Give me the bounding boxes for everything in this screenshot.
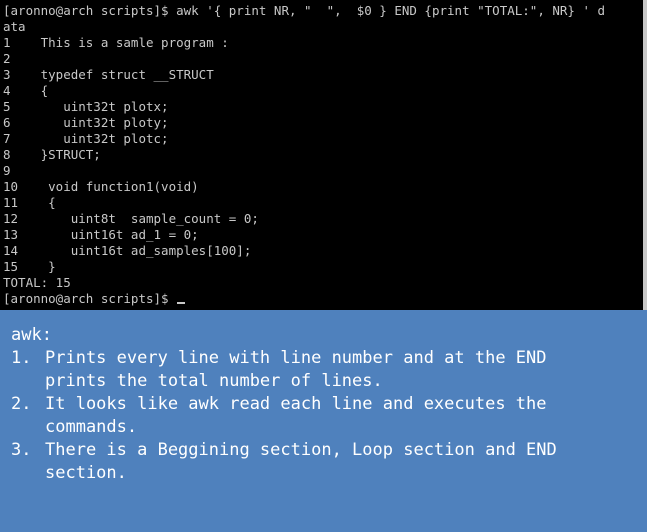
list-item: 3. There is a Beggining section, Loop se…	[11, 439, 605, 485]
terminal-output-line: 11 {	[3, 195, 56, 210]
list-item-text: It looks like awk read each line and exe…	[45, 394, 547, 437]
terminal-output-line: 1 This is a samle program :	[3, 35, 229, 50]
terminal-cursor	[177, 302, 186, 304]
terminal-output: [aronno@arch scripts]$ awk '{ print NR, …	[3, 3, 605, 307]
list-item-number: 3.	[11, 440, 32, 460]
terminal-output-line: 4 {	[3, 83, 49, 98]
list-item-text: There is a Beggining section, Loop secti…	[45, 440, 557, 483]
list-item-number: 2.	[11, 394, 32, 414]
terminal-output-line: 10 void function1(void)	[3, 179, 199, 194]
terminal-command-line: [aronno@arch scripts]$ awk '{ print NR, …	[3, 3, 606, 18]
terminal-output-line: 9	[3, 163, 11, 178]
list-item: 1. Prints every line with line number an…	[11, 347, 605, 393]
notes-list: 1. Prints every line with line number an…	[11, 347, 605, 485]
terminal-output-line: 15 }	[3, 259, 56, 274]
notes-title: awk:	[11, 325, 52, 345]
terminal-prompt: [aronno@arch scripts]$	[3, 291, 177, 306]
terminal-output-line: 7 uint32t plotc;	[3, 131, 169, 146]
list-item: 2. It looks like awk read each line and …	[11, 393, 605, 439]
terminal-prompt-line[interactable]: [aronno@arch scripts]$	[3, 291, 605, 307]
terminal-output-line: 5 uint32t plotx;	[3, 99, 169, 114]
terminal-output-line: 8 }STRUCT;	[3, 147, 101, 162]
notes-panel: awk: 1. Prints every line with line numb…	[0, 314, 647, 532]
list-item-text: Prints every line with line number and a…	[45, 348, 547, 391]
terminal-output-line: 2	[3, 51, 11, 66]
terminal-output-line: 12 uint8t sample_count = 0;	[3, 211, 259, 226]
terminal-window[interactable]: [aronno@arch scripts]$ awk '{ print NR, …	[0, 0, 647, 310]
terminal-output-line: 6 uint32t ploty;	[3, 115, 169, 130]
terminal-output-line: 14 uint16t ad_samples[100];	[3, 243, 252, 258]
terminal-output-line: 13 uint16t ad_1 = 0;	[3, 227, 199, 242]
terminal-total-line: TOTAL: 15	[3, 275, 71, 290]
terminal-output-line: 3 typedef struct __STRUCT	[3, 67, 214, 82]
list-item-number: 1.	[11, 348, 32, 368]
terminal-command-wrap: ata	[3, 19, 26, 34]
